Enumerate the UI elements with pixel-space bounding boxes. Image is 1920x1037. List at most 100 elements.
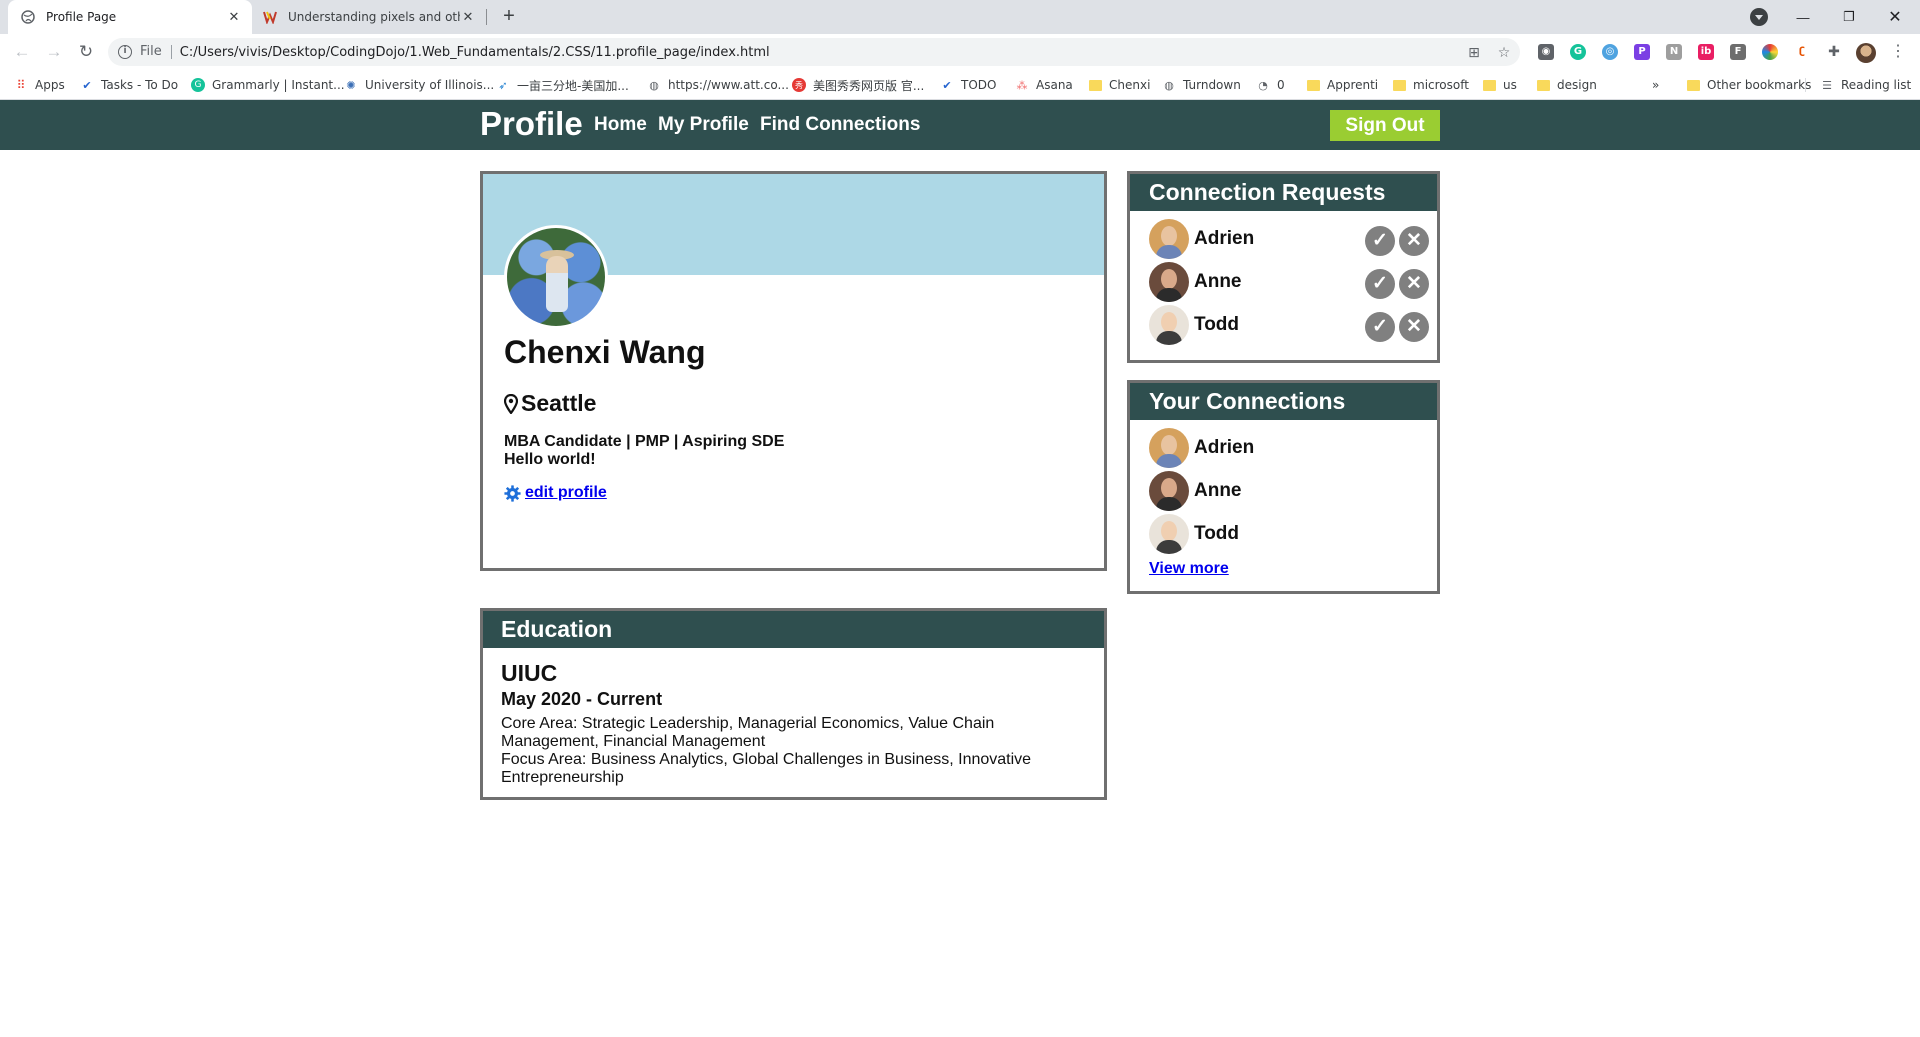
star-icon[interactable]: ☆ xyxy=(1496,45,1512,61)
connection-item-anne[interactable]: Anne xyxy=(1149,471,1429,511)
translate-icon[interactable]: ⊞ xyxy=(1466,45,1482,61)
map-pin-icon xyxy=(504,393,518,414)
connection-requests-heading: Connection Requests xyxy=(1130,174,1437,211)
bookmark-apps[interactable]: ⠿ Apps xyxy=(14,77,65,93)
bookmark-other[interactable]: Other bookmarks xyxy=(1686,77,1811,93)
tab-title: Profile Page xyxy=(46,10,117,24)
profile-bio: Hello world! xyxy=(504,451,596,468)
folder-icon xyxy=(1088,78,1102,92)
bookmarks-bar: ⠿ Apps ✔ Tasks - To Do G Grammarly | Ins… xyxy=(0,70,1920,100)
bookmark-microsoft[interactable]: microsoft xyxy=(1392,77,1469,93)
bookmark-tasks[interactable]: ✔ Tasks - To Do xyxy=(80,77,178,93)
bookmark-meitu[interactable]: 秀 美图秀秀网页版 官... xyxy=(792,77,924,93)
connection-name: Todd xyxy=(1194,523,1240,544)
education-dates: May 2020 - Current xyxy=(501,689,663,709)
address-url: C:/Users/vivis/Desktop/CodingDojo/1.Web_… xyxy=(179,44,770,60)
f-extension-icon[interactable]: F xyxy=(1730,44,1746,60)
extension-icon[interactable]: ◎ xyxy=(1602,44,1618,60)
your-connections-card: Your Connections Adrien Anne Todd View m… xyxy=(1127,380,1440,594)
avatar xyxy=(1149,471,1189,511)
back-button[interactable]: ← xyxy=(10,40,34,64)
restore-button[interactable]: ❐ xyxy=(1826,0,1872,34)
bookmark-label: Tasks - To Do xyxy=(101,78,179,92)
p-extension-icon[interactable]: P xyxy=(1634,44,1650,60)
request-item-todd: Todd ✓ ✕ xyxy=(1149,305,1429,345)
bookmark-chenxi[interactable]: Chenxi xyxy=(1088,77,1150,93)
request-actions: ✓ ✕ xyxy=(1361,269,1429,299)
edit-profile-link[interactable]: edit profile xyxy=(525,484,607,502)
bookmark-apprenti[interactable]: Apprenti xyxy=(1306,77,1378,93)
bookmark-label: TODO xyxy=(961,78,997,92)
bookmark-label: Apprenti xyxy=(1327,78,1379,92)
reading-list-button[interactable]: ☰ Reading list xyxy=(1820,77,1911,93)
bookmark-zero[interactable]: ◔ 0 xyxy=(1256,77,1284,93)
new-tab-button[interactable]: + xyxy=(497,5,521,29)
reload-button[interactable]: ↻ xyxy=(74,40,98,64)
grammarly-extension-icon[interactable]: G xyxy=(1570,44,1586,60)
extension-icon[interactable]: N xyxy=(1666,44,1682,60)
globe-icon xyxy=(20,9,36,25)
address-scheme: File xyxy=(140,45,172,59)
close-tab-icon[interactable]: ✕ xyxy=(460,10,476,25)
view-more-link[interactable]: View more xyxy=(1149,560,1229,578)
bookmark-label: Turndown xyxy=(1183,78,1241,92)
color-extension-icon[interactable] xyxy=(1762,44,1778,60)
info-icon[interactable]: i xyxy=(118,45,132,59)
bookmark-todo[interactable]: ✔ TODO xyxy=(940,77,996,93)
folder-icon xyxy=(1482,78,1496,92)
bookmark-label: University of Illinois... xyxy=(365,78,495,92)
check-icon[interactable]: ✓ xyxy=(1365,226,1395,256)
bookmark-label: design xyxy=(1557,78,1597,92)
bookmarks-overflow-button[interactable]: » xyxy=(1652,77,1659,93)
check-icon[interactable]: ✓ xyxy=(1365,312,1395,342)
bookmark-grammarly[interactable]: G Grammarly | Instant... xyxy=(191,77,345,93)
tab-understanding-pixels[interactable]: Understanding pixels and other C ✕ xyxy=(252,0,486,34)
globe-icon: ◍ xyxy=(1164,78,1174,92)
bookmark-label: Other bookmarks xyxy=(1707,78,1812,92)
sun-icon: ✺ xyxy=(346,78,356,92)
profile-avatar-icon[interactable] xyxy=(1856,43,1876,63)
education-card: Education UIUC May 2020 - Current Core A… xyxy=(480,608,1107,800)
folder-icon xyxy=(1306,78,1320,92)
forward-button[interactable]: → xyxy=(42,40,66,64)
bookmark-label: Apps xyxy=(35,78,65,92)
bookmark-us[interactable]: us xyxy=(1482,77,1517,93)
grammarly-icon: G xyxy=(191,78,205,92)
nav-find-connections[interactable]: Find Connections xyxy=(760,114,920,136)
close-icon[interactable]: ✕ xyxy=(1399,312,1429,342)
tab-search-icon[interactable] xyxy=(1750,8,1768,26)
bookmark-att[interactable]: ◍ https://www.att.co... xyxy=(647,77,789,93)
puzzle-extensions-icon[interactable]: ✚ xyxy=(1826,44,1842,60)
location-text: Seattle xyxy=(521,390,597,416)
meitu-icon: 秀 xyxy=(792,78,806,92)
bookmark-design[interactable]: design xyxy=(1536,77,1597,93)
sign-out-button[interactable]: Sign Out xyxy=(1330,110,1440,141)
close-icon[interactable]: ✕ xyxy=(1399,226,1429,256)
address-bar[interactable]: i File C:/Users/vivis/Desktop/CodingDojo… xyxy=(108,38,1520,66)
close-window-button[interactable]: ✕ xyxy=(1872,0,1918,34)
close-tab-icon[interactable]: ✕ xyxy=(226,10,242,25)
nav-my-profile[interactable]: My Profile xyxy=(658,114,749,136)
profile-card: Chenxi Wang Seattle MBA Candidate | PMP … xyxy=(480,171,1107,571)
connection-item-adrien[interactable]: Adrien xyxy=(1149,428,1429,468)
extension-icon[interactable]: ʗ xyxy=(1794,44,1810,60)
bird-icon: ➶ xyxy=(498,78,508,92)
bookmark-turndown[interactable]: ◍ Turndown xyxy=(1162,77,1241,93)
bookmark-uiuc[interactable]: ✺ University of Illinois... xyxy=(344,77,494,93)
minimize-button[interactable]: — xyxy=(1780,0,1826,34)
tab-profile-page[interactable]: Profile Page ✕ xyxy=(8,0,252,34)
site-header: Profile Home My Profile Find Connections… xyxy=(0,100,1920,150)
menu-icon[interactable]: ⋮ xyxy=(1890,42,1906,62)
request-item-adrien: Adrien ✓ ✕ xyxy=(1149,219,1429,259)
bookmark-label: us xyxy=(1503,78,1517,92)
camera-extension-icon[interactable]: ◉ xyxy=(1538,44,1554,60)
check-icon[interactable]: ✓ xyxy=(1365,269,1395,299)
close-icon[interactable]: ✕ xyxy=(1399,269,1429,299)
request-actions: ✓ ✕ xyxy=(1361,226,1429,256)
ib-extension-icon[interactable]: ib xyxy=(1698,44,1714,60)
nav-home[interactable]: Home xyxy=(594,114,647,136)
connection-item-todd[interactable]: Todd xyxy=(1149,514,1429,554)
bookmark-label: 美图秀秀网页版 官... xyxy=(813,78,925,93)
bookmark-asana[interactable]: ⁂ Asana xyxy=(1015,77,1073,93)
bookmark-1point3acres[interactable]: ➶ 一亩三分地-美国加... xyxy=(496,77,628,93)
